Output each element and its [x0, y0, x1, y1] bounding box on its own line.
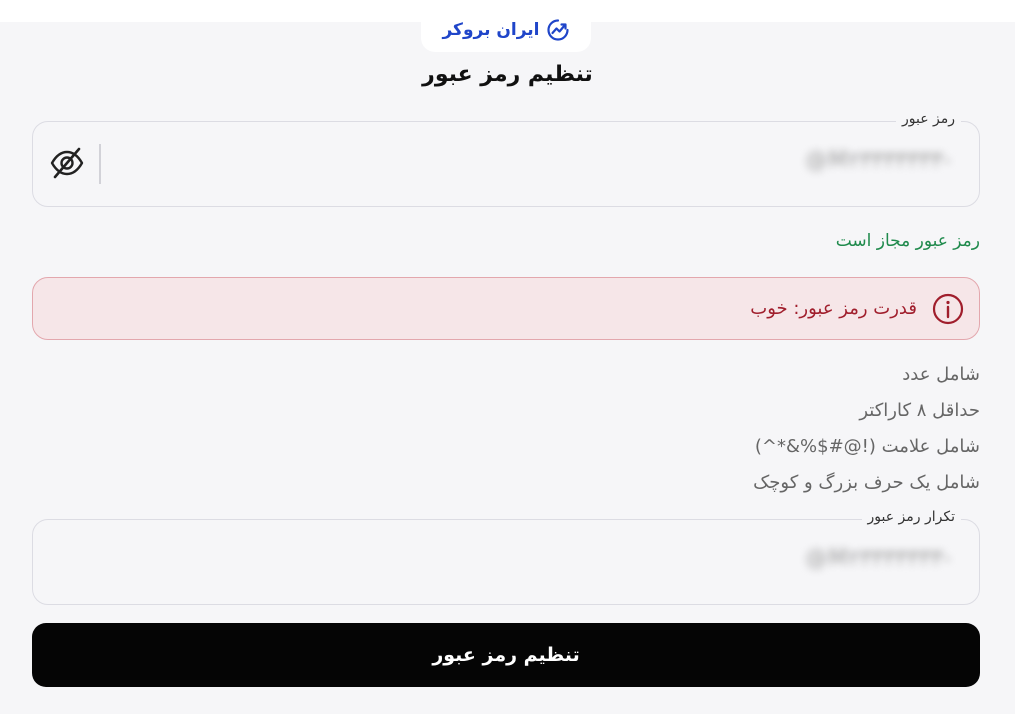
page-title: تنظیم رمز عبور [422, 62, 593, 87]
field-divider [99, 144, 101, 184]
password-field-value[interactable]: @M۲۳۳۳۳۳۳۳- [806, 148, 951, 173]
set-password-button[interactable]: تنظیم رمز عبور [32, 623, 980, 687]
confirm-field-value[interactable]: @M۲۳۳۳۳۳۳۳- [806, 546, 951, 571]
confirm-field-label: تکرار رمز عبور [861, 509, 961, 525]
logo: ایران بروکر [421, 8, 591, 52]
toggle-visibility-button[interactable] [47, 146, 87, 184]
strength-text: قدرت رمز عبور: خوب [750, 298, 917, 319]
requirement-item: حداقل ۸ کاراکتر [859, 400, 980, 421]
info-circle-icon [931, 292, 965, 326]
strength-alert: قدرت رمز عبور: خوب [32, 277, 980, 340]
requirements-list: شامل عدد حداقل ۸ کاراکتر شامل علامت (!@#… [753, 360, 980, 504]
requirement-item: شامل علامت (!@#$%&*^) [754, 436, 980, 457]
password-field[interactable]: رمز عبور @M۲۳۳۳۳۳۳۳- [32, 111, 980, 207]
password-field-label: رمز عبور [895, 111, 961, 127]
eye-off-icon[interactable] [49, 146, 85, 184]
requirement-item: شامل یک حرف بزرگ و کوچک [753, 472, 980, 493]
logo-text: ایران بروکر [442, 20, 540, 40]
requirement-item: شامل عدد [902, 364, 980, 385]
confirm-password-field[interactable]: تکرار رمز عبور @M۲۳۳۳۳۳۳۳- [32, 509, 980, 605]
validation-message: رمز عبور مجاز است [835, 231, 980, 251]
trend-chart-icon [546, 18, 570, 42]
